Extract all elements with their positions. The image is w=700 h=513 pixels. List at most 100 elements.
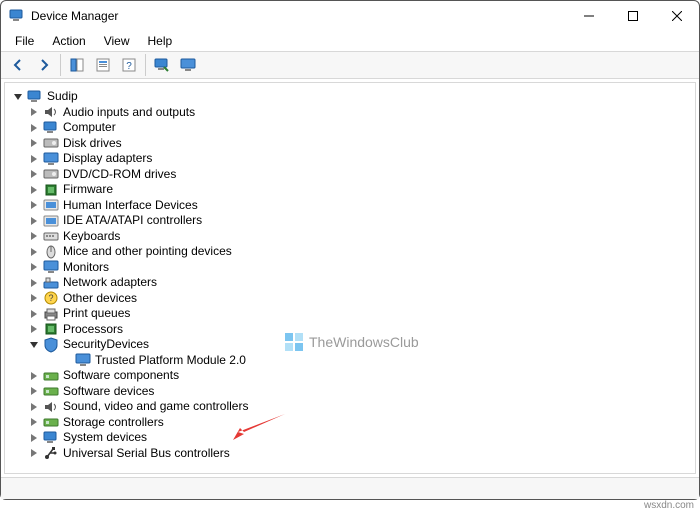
tree-item[interactable]: Universal Serial Bus controllers [9,446,691,462]
expand-icon[interactable] [27,322,41,336]
close-button[interactable] [655,1,699,31]
tree-item[interactable]: Network adapters [9,275,691,291]
properties-button[interactable] [91,53,115,77]
app-icon [9,8,25,24]
tree-item-label: Display adapters [63,151,152,167]
tree-item-label: Software devices [63,384,154,400]
menu-file[interactable]: File [7,32,42,50]
tree-item-label: Sudip [47,89,78,105]
disk-icon [43,135,59,151]
other-icon [43,290,59,306]
keyboard-icon [43,228,59,244]
tree-item[interactable]: SecurityDevices [9,337,691,353]
expand-icon[interactable] [27,167,41,181]
tree-item[interactable]: IDE ATA/ATAPI controllers [9,213,691,229]
tree-item-label: System devices [63,430,147,446]
swdev-icon [43,383,59,399]
expand-icon[interactable] [27,183,41,197]
expand-icon[interactable] [27,121,41,135]
tree-item-label: Print queues [63,306,130,322]
computer-icon [27,89,43,105]
tree-item[interactable]: System devices [9,430,691,446]
tree-item[interactable]: Software components [9,368,691,384]
maximize-button[interactable] [611,1,655,31]
tree-item[interactable]: Storage controllers [9,415,691,431]
swcomp-icon [43,368,59,384]
expand-icon[interactable] [27,105,41,119]
tree-item[interactable]: Other devices [9,291,691,307]
tree-item[interactable]: Firmware [9,182,691,198]
expand-icon[interactable] [27,276,41,290]
expand-icon[interactable] [27,260,41,274]
tree-item-label: Firmware [63,182,113,198]
menu-help[interactable]: Help [140,32,181,50]
tree-item[interactable]: Trusted Platform Module 2.0 [9,353,691,369]
show-hide-tree-button[interactable] [65,53,89,77]
dvd-icon [43,166,59,182]
tree-item[interactable]: Mice and other pointing devices [9,244,691,260]
storage-icon [43,414,59,430]
expand-icon[interactable] [27,214,41,228]
tree-item-label: Monitors [63,260,109,276]
expand-icon[interactable] [27,152,41,166]
tree-item[interactable]: Computer [9,120,691,136]
expand-icon[interactable] [27,307,41,321]
computer-icon [43,120,59,136]
tree-item[interactable]: Display adapters [9,151,691,167]
tree-item-label: Keyboards [63,229,120,245]
expand-icon[interactable] [27,415,41,429]
tree-item-label: DVD/CD-ROM drives [63,167,176,183]
tree-item[interactable]: Print queues [9,306,691,322]
tree-item-label: Other devices [63,291,137,307]
toolbar: ? [1,51,699,79]
tree-item[interactable]: Human Interface Devices [9,198,691,214]
tree-item[interactable]: Processors [9,322,691,338]
audio-icon [43,104,59,120]
tree-item[interactable]: DVD/CD-ROM drives [9,167,691,183]
window-title: Device Manager [31,9,118,23]
ide-icon [43,213,59,229]
tree-item[interactable]: Software devices [9,384,691,400]
tree-item-label: Computer [63,120,116,136]
tree-item-label: Mice and other pointing devices [63,244,232,260]
cpu-icon [43,321,59,337]
menu-action[interactable]: Action [44,32,93,50]
expand-icon[interactable] [27,198,41,212]
expand-icon[interactable] [27,400,41,414]
back-button[interactable] [6,53,30,77]
expand-icon[interactable] [27,229,41,243]
expand-icon[interactable] [27,431,41,445]
window-controls [567,1,699,31]
expand-icon[interactable] [27,245,41,259]
statusbar [1,477,699,499]
expand-icon[interactable] [27,136,41,150]
collapse-icon[interactable] [27,338,41,352]
tree-item[interactable]: Disk drives [9,136,691,152]
tree-item-label: Trusted Platform Module 2.0 [95,353,246,369]
tpm-icon [75,352,91,368]
tree-item-label: Disk drives [63,136,122,152]
collapse-icon[interactable] [11,90,25,104]
tree-item[interactable]: Keyboards [9,229,691,245]
expand-icon[interactable] [27,291,41,305]
help-button[interactable]: ? [117,53,141,77]
expand-icon[interactable] [27,446,41,460]
scan-hardware-button[interactable] [150,53,174,77]
tree-item[interactable]: Sound, video and game controllers [9,399,691,415]
network-icon [43,275,59,291]
expander-placeholder [59,353,73,367]
tree-item[interactable]: Audio inputs and outputs [9,105,691,121]
forward-button[interactable] [32,53,56,77]
hid-icon [43,197,59,213]
devices-button[interactable] [176,53,200,77]
tree-item[interactable]: Sudip [9,89,691,105]
svg-text:?: ? [126,61,132,72]
device-tree-pane[interactable]: SudipAudio inputs and outputsComputerDis… [4,82,696,474]
expand-icon[interactable] [27,384,41,398]
expand-icon[interactable] [27,369,41,383]
usb-icon [43,445,59,461]
tree-item[interactable]: Monitors [9,260,691,276]
menu-view[interactable]: View [96,32,138,50]
minimize-button[interactable] [567,1,611,31]
system-icon [43,430,59,446]
